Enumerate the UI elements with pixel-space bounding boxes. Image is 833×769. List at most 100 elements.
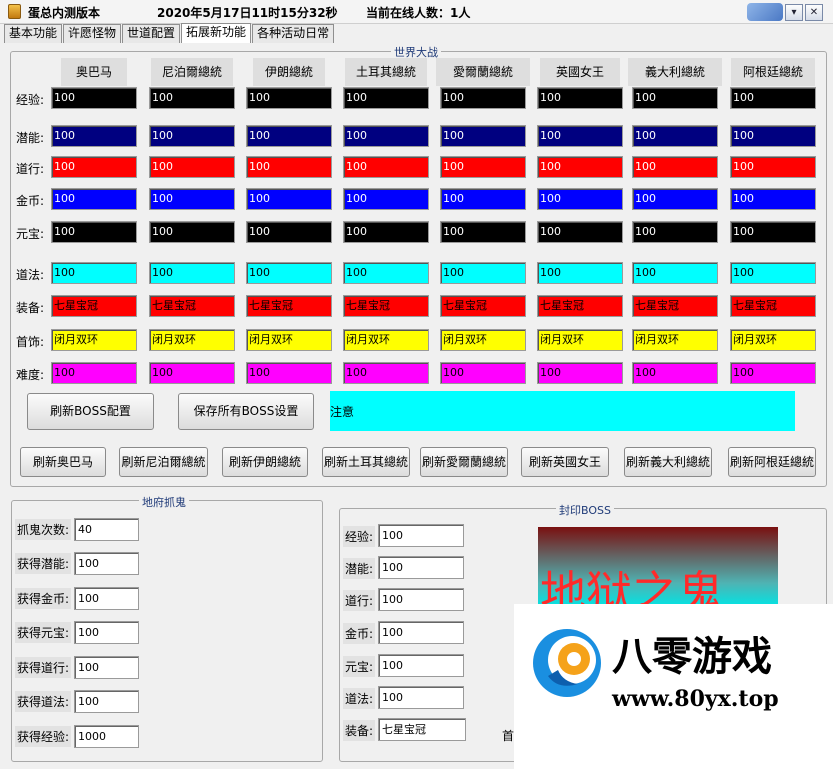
stat-input[interactable]: 100 xyxy=(440,362,526,384)
stat-input[interactable]: 100 xyxy=(246,362,332,384)
stat-input[interactable]: 100 xyxy=(51,362,137,384)
ghost-field-input[interactable]: 40 xyxy=(74,518,139,541)
tab-3[interactable]: 拓展新功能 xyxy=(181,23,252,43)
stat-input[interactable]: 100 xyxy=(51,188,137,210)
stat-input[interactable]: 100 xyxy=(730,362,816,384)
stat-input[interactable]: 100 xyxy=(632,188,718,210)
stat-input[interactable]: 100 xyxy=(537,87,623,109)
stat-input[interactable]: 100 xyxy=(149,87,235,109)
stat-input[interactable]: 100 xyxy=(730,125,816,147)
stat-input[interactable]: 100 xyxy=(149,125,235,147)
refresh-boss-button[interactable]: 刷新阿根廷總統 xyxy=(728,447,816,477)
stat-input[interactable]: 100 xyxy=(51,221,137,243)
stat-input[interactable]: 100 xyxy=(632,156,718,178)
stat-input[interactable]: 100 xyxy=(440,221,526,243)
ghost-field-input[interactable]: 1000 xyxy=(74,725,139,748)
seal-field-input[interactable]: 100 xyxy=(378,621,464,644)
ghost-field-input[interactable]: 100 xyxy=(74,690,139,713)
stat-input[interactable]: 100 xyxy=(537,156,623,178)
save-all-boss-button[interactable]: 保存所有BOSS设置 xyxy=(178,393,314,430)
stat-input[interactable]: 100 xyxy=(537,362,623,384)
stat-input[interactable]: 100 xyxy=(440,87,526,109)
seal-field-input[interactable]: 100 xyxy=(378,686,464,709)
refresh-boss-button[interactable]: 刷新愛爾蘭總統 xyxy=(420,447,508,477)
stat-input[interactable]: 100 xyxy=(149,362,235,384)
stat-input[interactable]: 100 xyxy=(632,125,718,147)
stat-input[interactable]: 100 xyxy=(730,221,816,243)
stat-input[interactable]: 100 xyxy=(730,156,816,178)
stat-input[interactable]: 100 xyxy=(343,262,429,284)
stat-input[interactable]: 七星宝冠 xyxy=(149,295,235,317)
stat-input[interactable]: 七星宝冠 xyxy=(730,295,816,317)
stat-input[interactable]: 100 xyxy=(246,125,332,147)
refresh-boss-button[interactable]: 刷新義大利總統 xyxy=(624,447,712,477)
stat-input[interactable]: 100 xyxy=(537,125,623,147)
stat-input[interactable]: 100 xyxy=(343,221,429,243)
seal-field-input[interactable]: 100 xyxy=(378,588,464,611)
stat-input[interactable]: 七星宝冠 xyxy=(246,295,332,317)
stat-input[interactable]: 七星宝冠 xyxy=(537,295,623,317)
stat-input[interactable]: 100 xyxy=(343,87,429,109)
stat-input[interactable]: 闭月双环 xyxy=(149,329,235,351)
stat-input[interactable]: 闭月双环 xyxy=(632,329,718,351)
stat-input[interactable]: 100 xyxy=(343,156,429,178)
stat-input[interactable]: 100 xyxy=(730,87,816,109)
ghost-field-input[interactable]: 100 xyxy=(74,621,139,644)
stat-input[interactable]: 100 xyxy=(149,221,235,243)
stat-input[interactable]: 100 xyxy=(246,188,332,210)
stat-input[interactable]: 闭月双环 xyxy=(51,329,137,351)
stat-input[interactable]: 七星宝冠 xyxy=(343,295,429,317)
stat-input[interactable]: 100 xyxy=(440,156,526,178)
ghost-field-input[interactable]: 100 xyxy=(74,656,139,679)
refresh-boss-button[interactable]: 刷新奥巴马 xyxy=(20,447,106,477)
refresh-boss-button[interactable]: 刷新伊朗總統 xyxy=(222,447,308,477)
stat-input[interactable]: 100 xyxy=(246,87,332,109)
stat-input[interactable]: 100 xyxy=(440,262,526,284)
stat-input[interactable]: 七星宝冠 xyxy=(51,295,137,317)
stat-input[interactable]: 闭月双环 xyxy=(730,329,816,351)
seal-field-input[interactable]: 100 xyxy=(378,556,464,579)
tab-1[interactable]: 许愿怪物 xyxy=(63,24,122,43)
stat-input[interactable]: 100 xyxy=(343,188,429,210)
stat-input[interactable]: 100 xyxy=(632,362,718,384)
stat-input[interactable]: 100 xyxy=(537,188,623,210)
stat-input[interactable]: 闭月双环 xyxy=(440,329,526,351)
stat-input[interactable]: 100 xyxy=(149,188,235,210)
stat-input[interactable]: 100 xyxy=(51,87,137,109)
tab-2[interactable]: 世道配置 xyxy=(122,24,181,43)
stat-input[interactable]: 100 xyxy=(632,262,718,284)
ghost-field-input[interactable]: 100 xyxy=(74,552,139,575)
stat-input[interactable]: 100 xyxy=(632,221,718,243)
stat-input[interactable]: 100 xyxy=(246,221,332,243)
stat-input[interactable]: 100 xyxy=(730,188,816,210)
close-button[interactable]: ✕ xyxy=(805,3,823,21)
stat-input[interactable]: 闭月双环 xyxy=(537,329,623,351)
stat-input[interactable]: 100 xyxy=(246,156,332,178)
stat-input[interactable]: 100 xyxy=(149,262,235,284)
stat-input[interactable]: 100 xyxy=(632,87,718,109)
minimize-button[interactable]: ▾ xyxy=(785,3,803,21)
stat-input[interactable]: 100 xyxy=(537,221,623,243)
seal-field-input[interactable]: 100 xyxy=(378,654,464,677)
stat-input[interactable]: 100 xyxy=(51,262,137,284)
stat-input[interactable]: 100 xyxy=(537,262,623,284)
stat-input[interactable]: 100 xyxy=(440,125,526,147)
stat-input[interactable]: 100 xyxy=(343,362,429,384)
stat-input[interactable]: 闭月双环 xyxy=(246,329,332,351)
stat-input[interactable]: 100 xyxy=(440,188,526,210)
stat-input[interactable]: 100 xyxy=(343,125,429,147)
skin-icon[interactable] xyxy=(747,3,783,21)
stat-input[interactable]: 100 xyxy=(246,262,332,284)
ghost-field-input[interactable]: 100 xyxy=(74,587,139,610)
seal-field-input[interactable]: 100 xyxy=(378,524,464,547)
refresh-boss-button[interactable]: 刷新尼泊爾總統 xyxy=(119,447,208,477)
stat-input[interactable]: 100 xyxy=(149,156,235,178)
stat-input[interactable]: 七星宝冠 xyxy=(632,295,718,317)
stat-input[interactable]: 100 xyxy=(51,125,137,147)
stat-input[interactable]: 100 xyxy=(730,262,816,284)
stat-input[interactable]: 100 xyxy=(51,156,137,178)
refresh-boss-config-button[interactable]: 刷新BOSS配置 xyxy=(27,393,154,430)
stat-input[interactable]: 闭月双环 xyxy=(343,329,429,351)
tab-0[interactable]: 基本功能 xyxy=(4,24,63,43)
refresh-boss-button[interactable]: 刷新英國女王 xyxy=(521,447,609,477)
